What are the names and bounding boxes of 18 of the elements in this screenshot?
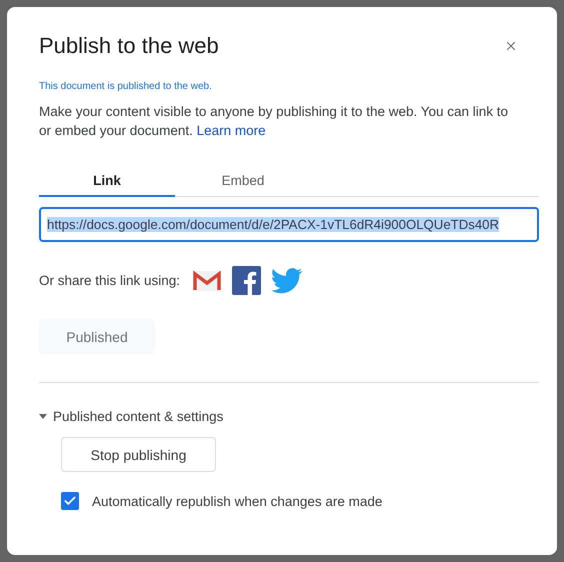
stop-publishing-button[interactable]: Stop publishing [61,437,216,472]
bird-icon[interactable] [271,268,304,294]
description-text: Make your content visible to anyone by publishing it to the web. You can link to or embed your document. Learn more [39,103,510,140]
facebook-icon[interactable] [232,266,262,295]
share-label: Or share this link using: [39,273,180,288]
caret-icon [39,414,47,419]
link-field[interactable]: https://docs.google.com/document/d/e/2PACX-1vTL6dR4i900OLQUeTDs40R [39,207,539,242]
settings-expander[interactable]: Published content & settings [39,409,224,424]
tab[interactable]: Link [39,173,175,197]
mail-icon[interactable] [192,268,222,292]
republish-label: Automatically republish when changes are made [92,494,382,508]
publish-status: This document is published to the web. [39,81,213,92]
tab[interactable]: Embed [175,173,311,197]
check-icon [63,494,77,508]
learn-more-link[interactable]: Learn more [196,123,266,138]
close-icon[interactable] [504,39,518,53]
republish-checkbox[interactable] [61,492,79,510]
dialog-title: Publish to the web [39,32,219,60]
